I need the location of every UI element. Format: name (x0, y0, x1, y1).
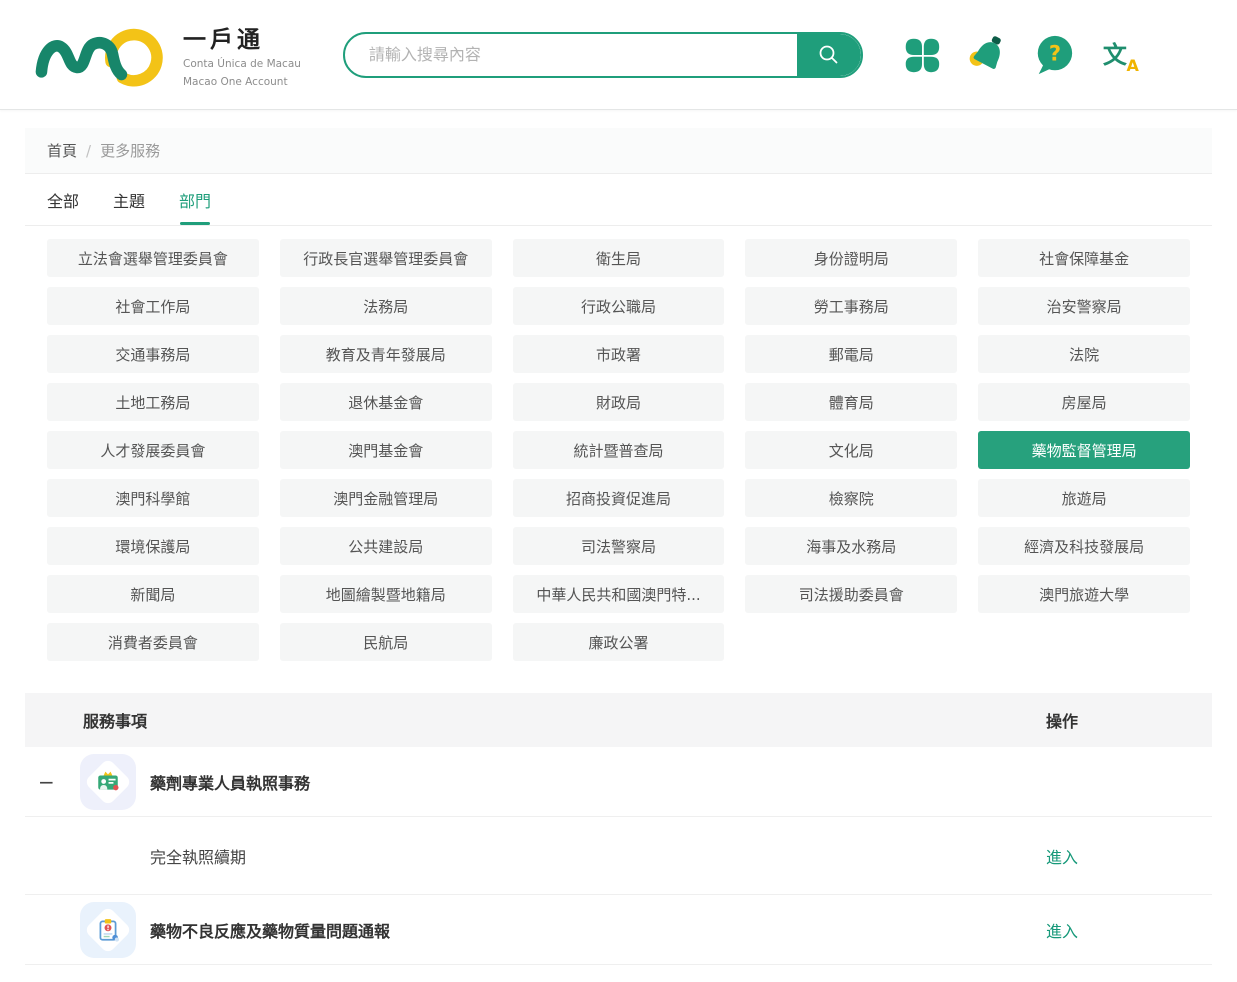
department-button[interactable]: 澳門旅遊大學 (978, 575, 1190, 613)
service-table-body: − 藥劑專業人員執照事務完全執照續期進入 藥物不良反應及藥物質量問題通報進入 (25, 747, 1212, 965)
logo-subtitle-en: Macao One Account (183, 75, 301, 90)
logo-text: 一戶通 Conta Única de Macau Macao One Accou… (183, 20, 301, 89)
department-button[interactable]: 司法援助委員會 (745, 575, 957, 613)
department-button[interactable]: 檢察院 (745, 479, 957, 517)
department-button[interactable]: 廉政公署 (513, 623, 725, 661)
notification-bell-icon (967, 33, 1009, 77)
service-table-header: 服務事項 操作 (25, 693, 1212, 747)
drug-report-icon (80, 902, 136, 958)
breadcrumb-separator: / (86, 142, 91, 160)
department-button[interactable]: 環境保護局 (47, 527, 259, 565)
search-input[interactable] (345, 34, 797, 76)
top-header: 一戶通 Conta Única de Macau Macao One Accou… (0, 0, 1237, 110)
department-button[interactable]: 體育局 (745, 383, 957, 421)
service-row: − 藥劑專業人員執照事務 (25, 747, 1212, 817)
apps-grid-icon (903, 36, 941, 74)
breadcrumb-current: 更多服務 (100, 140, 160, 161)
mo-logo-icon (33, 15, 169, 95)
department-button[interactable]: 文化局 (745, 431, 957, 469)
department-button[interactable]: 新聞局 (47, 575, 259, 613)
department-button[interactable]: 市政署 (513, 335, 725, 373)
logo-title: 一戶通 (183, 20, 301, 54)
notifications-button[interactable] (967, 33, 1009, 77)
search-bar (343, 32, 863, 78)
department-button[interactable]: 教育及青年發展局 (280, 335, 492, 373)
language-switch-button[interactable]: 文 A (1099, 33, 1141, 77)
macao-one-account-logo[interactable]: 一戶通 Conta Única de Macau Macao One Accou… (33, 15, 301, 95)
pharmacist-license-icon (80, 754, 136, 810)
department-button[interactable]: 公共建設局 (280, 527, 492, 565)
tab-topics[interactable]: 主題 (113, 174, 145, 225)
department-button[interactable]: 治安警察局 (978, 287, 1190, 325)
department-button[interactable]: 社會工作局 (47, 287, 259, 325)
enter-service-link[interactable]: 進入 (1046, 922, 1078, 941)
department-button[interactable]: 行政公職局 (513, 287, 725, 325)
department-button[interactable]: 地圖繪製暨地籍局 (280, 575, 492, 613)
header-actions: ? 文 A (901, 33, 1141, 77)
department-button[interactable]: 房屋局 (978, 383, 1190, 421)
service-row: 完全執照續期 進入 (25, 817, 1212, 895)
apps-menu-button[interactable] (901, 33, 943, 77)
department-button[interactable]: 澳門金融管理局 (280, 479, 492, 517)
logo-subtitle-pt: Conta Única de Macau (183, 57, 301, 72)
department-button[interactable]: 中華人民共和國澳門特... (513, 575, 725, 613)
tab-departments[interactable]: 部門 (179, 174, 211, 225)
department-button[interactable]: 立法會選舉管理委員會 (47, 239, 259, 277)
department-button[interactable]: 民航局 (280, 623, 492, 661)
service-row: 藥物不良反應及藥物質量問題通報 進入 (25, 895, 1212, 965)
services-filter-panel: 首頁 / 更多服務 全部 主題 部門 立法會選舉管理委員會行政長官選舉管理委員會… (25, 128, 1212, 676)
department-button[interactable]: 社會保障基金 (978, 239, 1190, 277)
department-button[interactable]: 行政長官選舉管理委員會 (280, 239, 492, 277)
action-cell: 進入 (987, 918, 1137, 942)
breadcrumb-home-link[interactable]: 首頁 (47, 140, 77, 161)
department-button-selected[interactable]: 藥物監督管理局 (978, 431, 1190, 469)
language-en-glyph: A (1127, 56, 1139, 75)
search-button[interactable] (797, 34, 861, 76)
enter-service-link[interactable]: 進入 (1046, 848, 1078, 867)
service-column-header: 服務事項 (83, 708, 147, 732)
service-group-title: 藥劑專業人員執照事務 (150, 770, 310, 794)
collapse-row-button[interactable]: − (38, 772, 66, 792)
department-button[interactable]: 消費者委員會 (47, 623, 259, 661)
action-column-header: 操作 (987, 708, 1137, 732)
department-button[interactable]: 澳門基金會 (280, 431, 492, 469)
search-icon (816, 42, 842, 68)
department-button[interactable]: 衛生局 (513, 239, 725, 277)
svg-text:?: ? (1049, 41, 1061, 65)
department-button[interactable]: 經濟及科技發展局 (978, 527, 1190, 565)
action-cell: 進入 (987, 844, 1137, 868)
help-chat-icon: ? (1033, 33, 1075, 77)
department-button[interactable]: 澳門科學館 (47, 479, 259, 517)
department-button[interactable]: 法務局 (280, 287, 492, 325)
department-button[interactable]: 土地工務局 (47, 383, 259, 421)
service-item-title: 完全執照續期 (150, 844, 246, 868)
department-grid: 立法會選舉管理委員會行政長官選舉管理委員會衛生局身份證明局社會保障基金社會工作局… (25, 226, 1212, 676)
service-group-title: 藥物不良反應及藥物質量問題通報 (150, 918, 390, 942)
breadcrumb: 首頁 / 更多服務 (25, 128, 1212, 174)
service-table-panel: 服務事項 操作 − 藥劑專業人員執照事務完全執照續期進入 藥物不良反應及藥物質量… (25, 693, 1212, 965)
department-button[interactable]: 勞工事務局 (745, 287, 957, 325)
department-button[interactable]: 統計暨普查局 (513, 431, 725, 469)
tab-all[interactable]: 全部 (47, 174, 79, 225)
filter-tabs: 全部 主題 部門 (25, 174, 1212, 226)
department-button[interactable]: 海事及水務局 (745, 527, 957, 565)
department-button[interactable]: 退休基金會 (280, 383, 492, 421)
department-button[interactable]: 司法警察局 (513, 527, 725, 565)
help-button[interactable]: ? (1033, 33, 1075, 77)
department-button[interactable]: 身份證明局 (745, 239, 957, 277)
department-button[interactable]: 財政局 (513, 383, 725, 421)
department-button[interactable]: 交通事務局 (47, 335, 259, 373)
department-button[interactable]: 人才發展委員會 (47, 431, 259, 469)
language-zh-glyph: 文 (1103, 35, 1127, 70)
department-button[interactable]: 招商投資促進局 (513, 479, 725, 517)
department-button[interactable]: 郵電局 (745, 335, 957, 373)
department-button[interactable]: 旅遊局 (978, 479, 1190, 517)
language-switch-icon: 文 A (1101, 35, 1139, 75)
department-button[interactable]: 法院 (978, 335, 1190, 373)
